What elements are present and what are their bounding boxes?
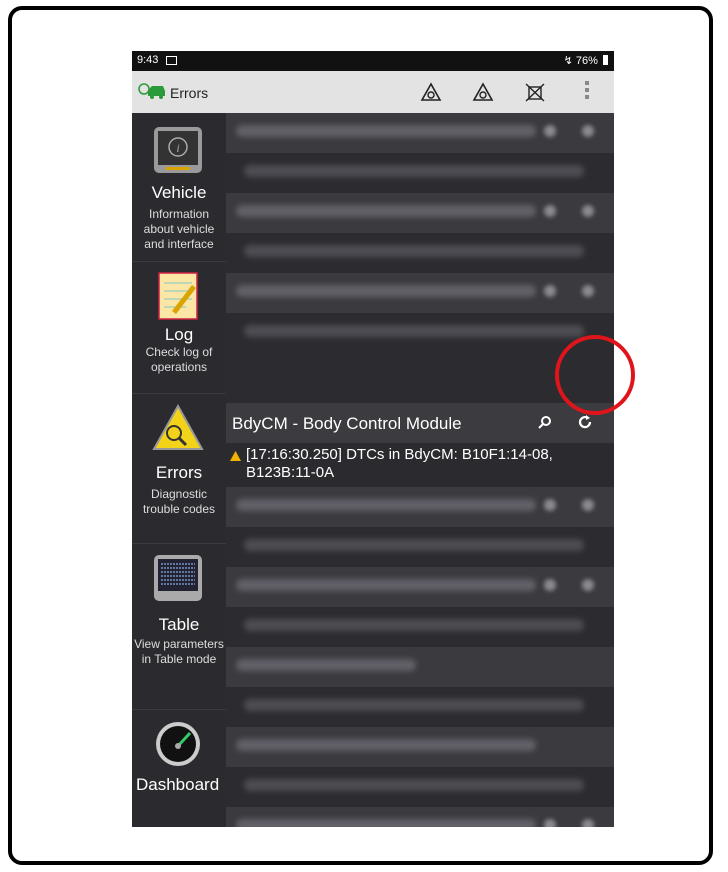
module-status-row [226,607,614,647]
sidebar-item-label: Log [164,325,194,344]
sidebar-item-label: Table [158,615,200,634]
sidebar-item-table[interactable]: Table View parameters in Table mode [132,543,226,710]
module-header-row[interactable] [226,647,614,687]
status-time: 9:43 [137,54,159,66]
warning-icon [230,451,241,461]
sidebar-item-errors[interactable]: Errors Diagnostic trouble codes [132,393,226,544]
refresh-button-highlight-circle [555,335,635,415]
status-bar: 9:43 ↯ 76% [132,51,614,71]
sidebar-item-desc: Check log of operations [145,345,213,374]
module-list: BdyCM - Body Control Module [17:16:30.25… [226,113,614,827]
svg-text:i: i [176,141,179,155]
module-header-row[interactable] [226,113,614,153]
battery-icon [603,55,608,65]
clear-errors-icon[interactable] [524,82,546,102]
sidebar-item-desc: Information about vehicle and interface [143,207,215,251]
sidebar-item-label: Dashboard [136,775,220,794]
vehicle-info-icon: i [154,127,202,173]
module-header-row[interactable] [226,193,614,233]
app-bar: Errors [132,71,614,113]
car-connection-icon[interactable] [138,82,166,100]
overflow-menu-icon[interactable] [584,81,590,103]
module-status-row [226,687,614,727]
sidebar-item-log[interactable]: Log Check log of operations [132,261,226,394]
module-status-row [226,233,614,273]
module-status-row [226,153,614,193]
signal-icon: ↯ [563,55,573,67]
dashboard-gauge-icon [156,722,200,766]
module-status-row [226,767,614,807]
sidebar-item-label: Vehicle [151,183,207,202]
module-header-row[interactable] [226,807,614,827]
image-notification-icon [166,56,177,65]
sidebar-item-dashboard[interactable]: Dashboard [132,709,226,827]
errors-warning-icon [152,403,204,450]
module-name: BdyCM - Body Control Module [232,414,462,433]
module-header-row[interactable] [226,487,614,527]
page-title: Errors [170,85,209,101]
warning-scan-icon[interactable] [420,82,442,102]
phone-screen: 9:43 ↯ 76% Errors i Vehicle Information … [132,51,614,827]
sidebar: i Vehicle Information about vehicle and … [132,113,226,827]
sidebar-item-label: Errors [155,463,203,482]
module-header-row-bdycm[interactable]: BdyCM - Body Control Module [226,403,614,443]
refresh-icon[interactable] [578,415,592,429]
module-header-row[interactable] [226,567,614,607]
log-notepad-icon [158,272,198,320]
table-view-icon [154,555,202,601]
module-status-row [226,313,614,403]
sidebar-item-desc: Diagnostic trouble codes [142,487,216,516]
battery-level: 76% [575,55,598,67]
sidebar-item-vehicle[interactable]: i Vehicle Information about vehicle and … [132,113,226,262]
sidebar-item-desc: View parameters in Table mode [134,637,224,666]
module-status-row [226,527,614,567]
module-dtc-row-bdycm: [17:16:30.250] DTCs in BdyCM: B10F1:14-0… [226,443,614,487]
dtc-message: [17:16:30.250] DTCs in BdyCM: B10F1:14-0… [246,446,553,481]
module-header-row[interactable] [226,727,614,767]
status-right: ↯ 76% [564,54,608,67]
search-icon[interactable] [538,415,552,429]
warning-read-icon[interactable] [472,82,494,102]
module-header-row[interactable] [226,273,614,313]
